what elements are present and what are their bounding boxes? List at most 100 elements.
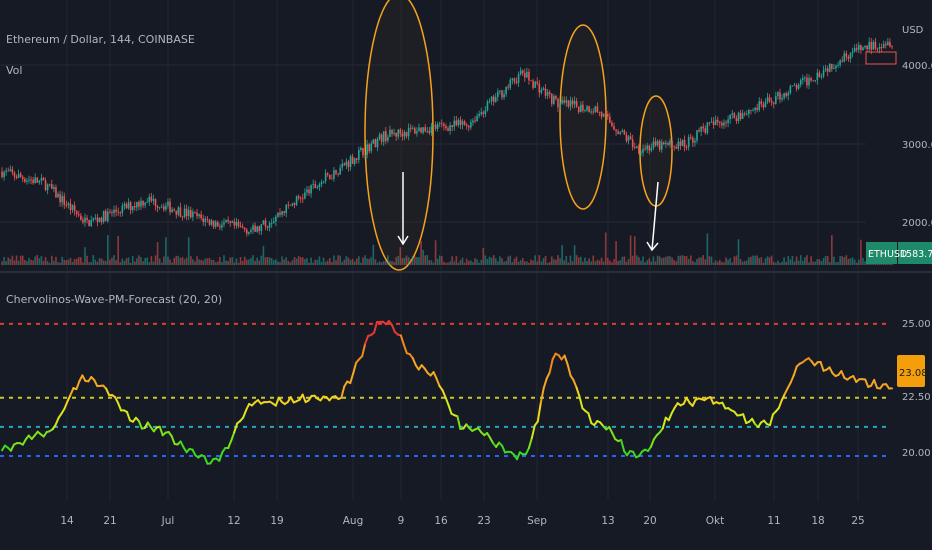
candle-body — [75, 211, 78, 215]
volume-bar — [293, 256, 296, 265]
candle-body — [362, 147, 364, 156]
candle-body — [507, 86, 510, 88]
candle-body — [21, 176, 24, 179]
time-tick-label: 23 — [477, 515, 490, 527]
volume-bar — [167, 256, 169, 265]
candle-body — [623, 130, 626, 135]
candle-body — [679, 141, 682, 146]
volume-bar — [669, 256, 671, 265]
candle-body — [611, 122, 613, 127]
volume-bar — [575, 255, 578, 265]
candle-body — [443, 124, 445, 127]
volume-bar — [536, 261, 539, 265]
volume-bar — [845, 255, 848, 265]
volume-bar — [739, 259, 742, 265]
candle-body — [304, 192, 306, 199]
candle-body — [777, 92, 779, 97]
candle-body — [550, 93, 553, 104]
volume-bar — [638, 257, 640, 265]
volume-bar — [725, 257, 727, 265]
candle-body — [333, 170, 335, 180]
candle-body — [822, 70, 825, 77]
volume-bar — [488, 256, 491, 265]
candle-body — [750, 110, 752, 111]
volume-bar — [378, 261, 381, 265]
candle-body — [810, 78, 812, 81]
volume-bar — [34, 256, 36, 265]
volume-bar — [275, 259, 277, 265]
candle-body — [523, 73, 526, 78]
volume-bar — [411, 255, 414, 265]
volume-bar — [380, 262, 383, 265]
volume-label[interactable]: Vol — [6, 64, 22, 77]
volume-bar — [418, 257, 420, 265]
candle-body — [119, 212, 122, 214]
volume-bar — [270, 258, 273, 265]
volume-bar — [804, 257, 806, 265]
volume-bar — [202, 260, 205, 265]
volume-bar — [837, 262, 839, 265]
candle-body — [725, 122, 727, 124]
volume-bar — [467, 260, 470, 265]
volume-bar — [449, 261, 451, 265]
volume-bar — [77, 256, 80, 265]
volume-bar — [696, 259, 698, 265]
volume-bar — [407, 257, 410, 265]
annotation-circle-late-sep — [639, 95, 673, 207]
candle-body — [644, 148, 646, 150]
volume-bar — [534, 255, 536, 265]
candle-body — [48, 184, 51, 185]
candle-body — [316, 186, 319, 188]
candle-body — [59, 193, 61, 203]
candle-body — [712, 121, 715, 125]
candle-body — [26, 180, 28, 182]
volume-bar — [526, 261, 528, 265]
volume-bar — [219, 256, 221, 265]
candle-body — [505, 86, 507, 95]
candle-body — [44, 180, 47, 191]
volume-bar — [775, 262, 777, 265]
volume-bar — [353, 261, 356, 265]
volume-bar — [181, 256, 184, 265]
volume-bar — [609, 260, 611, 265]
indicator-tick: 25.00 — [902, 319, 931, 330]
volume-bar — [136, 258, 138, 265]
candle-body — [399, 129, 402, 134]
candle-body — [586, 106, 588, 111]
time-tick-label: 16 — [434, 515, 448, 527]
volume-bar — [82, 262, 84, 265]
volume-bar — [702, 255, 705, 265]
candle-body — [121, 205, 124, 214]
candle-body — [405, 132, 408, 137]
volume-bar — [828, 261, 831, 265]
volume-bar — [511, 262, 514, 265]
volume-bar — [470, 260, 472, 265]
volume-bar — [463, 262, 466, 265]
indicator-title[interactable]: Chervolinos-Wave-PM-Forecast (20, 20) — [6, 293, 222, 306]
candle-body — [517, 74, 520, 83]
volume-bar — [662, 257, 665, 265]
candle-body — [889, 41, 891, 47]
volume-bar — [9, 258, 12, 265]
volume-bar — [266, 257, 269, 265]
candle-body — [181, 216, 184, 218]
volume-bar — [73, 259, 76, 265]
volume-bar — [111, 257, 113, 265]
volume-bar — [42, 261, 45, 265]
candle-body — [368, 144, 371, 152]
volume-bar — [223, 255, 225, 265]
candle-body — [573, 100, 576, 105]
volume-bar — [503, 261, 505, 265]
candle-body — [441, 123, 443, 125]
volume-bar — [772, 261, 775, 265]
candle-body — [432, 124, 435, 127]
volume-bar — [322, 257, 325, 265]
candle-body — [73, 205, 76, 212]
candle-body — [351, 156, 354, 164]
volume-bar — [364, 255, 366, 265]
candle-body — [403, 132, 406, 137]
indicator-tick: 22.50 — [902, 392, 931, 403]
candle-body — [455, 120, 458, 126]
volume-bar — [540, 261, 543, 265]
symbol-title[interactable]: Ethereum / Dollar, 144, COINBASE — [6, 33, 195, 46]
